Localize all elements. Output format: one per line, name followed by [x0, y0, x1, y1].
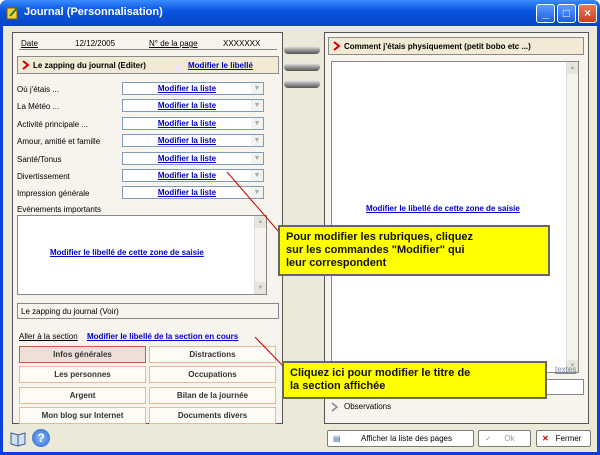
combo-activity[interactable]: Modifier la liste ▼	[122, 117, 264, 130]
chevron-right-icon	[22, 60, 30, 70]
callout-line: Cliquez ici pour modifier le titre de	[290, 367, 471, 379]
binder-ring	[284, 80, 320, 88]
modify-label-link[interactable]: Modifier le libellé	[188, 61, 253, 70]
chevron-down-icon[interactable]: ▼	[251, 118, 263, 129]
row-label-entertainment: Divertissement	[17, 172, 70, 181]
minimize-button[interactable]: _	[536, 4, 555, 23]
binder-ring	[284, 63, 320, 71]
nav-documents[interactable]: Documents divers	[149, 407, 276, 424]
close-window-button[interactable]: ×	[578, 4, 597, 23]
row-label-weather: La Météo ...	[17, 102, 60, 111]
physical-edit-link[interactable]: Modifier le libellé de cette zone de sai…	[366, 204, 520, 213]
combo-weather[interactable]: Modifier la liste ▼	[122, 99, 264, 112]
nav-bilan[interactable]: Bilan de la journée	[149, 387, 276, 404]
row-label-impression: Impression générale	[17, 189, 90, 198]
nav-blog[interactable]: Mon blog sur Internet	[19, 407, 146, 424]
combo-entertainment[interactable]: Modifier la liste ▼	[122, 169, 264, 182]
journal-app-icon	[6, 6, 19, 20]
callout-line: Pour modifier les rubriques, cliquez	[286, 231, 474, 243]
chevron-down-icon[interactable]: ▼	[251, 187, 263, 198]
scroll-down-icon[interactable]: ▼	[255, 282, 266, 294]
left-page: Date 12/12/2005 N° de la page XXXXXXX Le…	[12, 32, 283, 424]
chevron-down-icon[interactable]: ▼	[251, 170, 263, 181]
binder-ring	[284, 46, 320, 54]
show-pages-list-button[interactable]: ▤ Afficher la liste des pages	[327, 430, 474, 447]
date-label: Date	[21, 39, 38, 48]
callout-line: la section affichée	[290, 380, 386, 392]
chevron-down-icon[interactable]: ▼	[251, 135, 263, 146]
zapping-view-header: Le zapping du journal (Voir)	[17, 303, 279, 319]
nav-distractions[interactable]: Distractions	[149, 346, 276, 363]
combo-impression[interactable]: Modifier la liste ▼	[122, 186, 264, 199]
section-title: Le zapping du journal (Editer)	[33, 61, 146, 70]
ok-label: Ok	[504, 434, 515, 443]
window-client: Date 12/12/2005 N° de la page XXXXXXX Le…	[3, 26, 597, 452]
callout-line: sur les commandes "Modifier" qui	[286, 244, 465, 256]
zapping-edit-header: Le zapping du journal (Editer) Modifier …	[17, 56, 279, 74]
nav-infos-generales[interactable]: Infos générales	[19, 346, 146, 363]
row-label-love: Amour, amitié et famille	[17, 137, 101, 146]
chevron-down-icon[interactable]: ▼	[251, 83, 263, 94]
nav-les-personnes[interactable]: Les personnes	[19, 366, 146, 383]
close-label: Fermer	[555, 434, 582, 443]
row-label-location: Où j'étais ...	[17, 85, 59, 94]
zapping-view-title: Le zapping du journal (Voir)	[21, 307, 119, 316]
callout-line: leur correspondent	[286, 257, 387, 269]
modify-section-link[interactable]: Modifier le libellé de la section en cou…	[87, 332, 238, 341]
nav-occupations[interactable]: Occupations	[149, 366, 276, 383]
book-icon[interactable]	[9, 429, 27, 447]
scroll-up-icon[interactable]: ▲	[567, 62, 578, 74]
goto-section-label: Aller à la section	[19, 332, 78, 341]
scroll-up-icon[interactable]: ▲	[255, 216, 266, 228]
modify-list-link[interactable]: Modifier la liste	[123, 119, 251, 128]
observations-label: Observations	[344, 402, 392, 411]
modify-list-link[interactable]: Modifier la liste	[123, 171, 251, 180]
chevron-right-icon	[331, 402, 339, 412]
maximize-button[interactable]: □	[557, 4, 576, 23]
events-edit-link[interactable]: Modifier le libellé de cette zone de sai…	[50, 248, 204, 257]
chevron-right-icon	[333, 41, 341, 51]
window-title: Journal (Personnalisation)	[24, 6, 163, 18]
callout-section: Cliquez ici pour modifier le titre de la…	[282, 361, 547, 399]
nav-argent[interactable]: Argent	[19, 387, 146, 404]
events-scrollbar[interactable]: ▲ ▼	[254, 216, 266, 294]
modify-list-link[interactable]: Modifier la liste	[123, 101, 251, 110]
close-x-icon: ✕	[542, 434, 549, 443]
chevron-down-icon[interactable]: ▼	[251, 100, 263, 111]
chevron-down-icon[interactable]: ▼	[251, 153, 263, 164]
callout-rubriques: Pour modifier les rubriques, cliquez sur…	[278, 225, 550, 276]
events-textarea[interactable]: Modifier le libellé de cette zone de sai…	[17, 215, 267, 295]
check-icon: ✓	[485, 434, 492, 443]
combo-location[interactable]: Modifier la liste ▼	[122, 82, 264, 95]
show-pages-list-label: Afficher la liste des pages	[360, 434, 452, 443]
app-window: Journal (Personnalisation) _ □ × Date 12…	[0, 0, 600, 455]
page-number-value[interactable]: XXXXXXX	[223, 39, 260, 48]
close-button[interactable]: ✕ Fermer	[536, 430, 591, 447]
modify-list-link[interactable]: Modifier la liste	[123, 84, 251, 93]
list-icon: ▤	[333, 434, 341, 443]
physical-textarea[interactable]: Modifier le libellé de cette zone de sai…	[331, 61, 579, 373]
modify-list-link[interactable]: Modifier la liste	[123, 154, 251, 163]
date-row: Date 12/12/2005 N° de la page XXXXXXX	[19, 37, 277, 50]
ok-button[interactable]: ✓ Ok	[478, 430, 531, 447]
physical-scrollbar[interactable]: ▲ ▼	[566, 62, 578, 372]
modify-list-link[interactable]: Modifier la liste	[123, 188, 251, 197]
help-icon[interactable]: ?	[32, 429, 50, 447]
row-label-activity: Activité principale ...	[17, 120, 89, 129]
date-value[interactable]: 12/12/2005	[75, 39, 115, 48]
row-label-health: Santé/Tonus	[17, 155, 62, 164]
combo-love[interactable]: Modifier la liste ▼	[122, 134, 264, 147]
page-number-label: N° de la page	[149, 39, 198, 48]
combo-health[interactable]: Modifier la liste ▼	[122, 152, 264, 165]
modify-list-link[interactable]: Modifier la liste	[123, 136, 251, 145]
physical-section-title: Comment j'étais physiquement (petit bobo…	[344, 42, 531, 51]
physical-section-header: Comment j'étais physiquement (petit bobo…	[328, 37, 584, 55]
textes-link[interactable]: textes	[555, 365, 576, 374]
title-bar[interactable]: Journal (Personnalisation) _ □ ×	[0, 0, 600, 26]
events-label: Evénements importants	[17, 205, 102, 214]
observations-row[interactable]: Observations	[328, 399, 584, 415]
